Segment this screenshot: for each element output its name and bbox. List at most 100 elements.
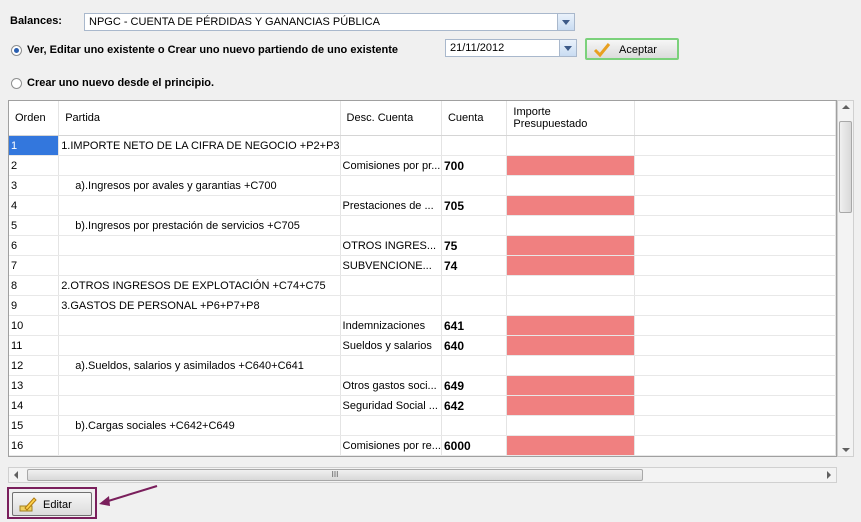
scroll-up-icon[interactable] bbox=[842, 105, 850, 109]
cell-cuenta[interactable]: 705 bbox=[441, 195, 508, 216]
cell-filler[interactable] bbox=[634, 155, 836, 176]
cell-cuenta[interactable]: 640 bbox=[441, 335, 508, 356]
cell-orden[interactable]: 15 bbox=[9, 415, 60, 436]
radio-existing[interactable] bbox=[11, 45, 22, 56]
col-header-orden[interactable]: Orden bbox=[9, 101, 60, 136]
cell-cuenta[interactable] bbox=[441, 215, 508, 236]
scroll-right-icon[interactable] bbox=[827, 471, 831, 479]
cell-orden[interactable]: 6 bbox=[9, 235, 60, 256]
col-header-cuenta[interactable]: Cuenta bbox=[441, 101, 508, 136]
cell-importe[interactable] bbox=[506, 455, 636, 456]
cell-cuenta[interactable] bbox=[441, 295, 508, 316]
chevron-down-icon[interactable] bbox=[559, 40, 576, 56]
cell-cuenta[interactable]: 641 bbox=[441, 315, 508, 336]
cell-desc[interactable]: Comisiones por pr... bbox=[340, 155, 442, 176]
cell-cuenta[interactable]: 649 bbox=[441, 375, 508, 396]
radio-new[interactable] bbox=[11, 78, 22, 89]
table-row[interactable]: 7 SUBVENCIONE... 74 bbox=[9, 255, 836, 276]
table-row[interactable]: 15 b).Cargas sociales +C642+C649 bbox=[9, 415, 836, 436]
cell-desc[interactable]: Otras pérdidas en... bbox=[340, 455, 442, 456]
cell-orden[interactable]: 14 bbox=[9, 395, 60, 416]
cell-cuenta[interactable]: 700 bbox=[441, 155, 508, 176]
cell-desc[interactable]: Seguridad Social ... bbox=[340, 395, 442, 416]
cell-filler[interactable] bbox=[634, 175, 836, 196]
cell-cuenta[interactable] bbox=[441, 415, 508, 436]
cell-importe[interactable] bbox=[506, 435, 636, 456]
table-row[interactable]: 4 Prestaciones de ... 705 bbox=[9, 195, 836, 216]
table-row[interactable]: 12 a).Sueldos, salarios y asimilados +C64… bbox=[9, 355, 836, 376]
cell-desc[interactable]: Indemnizaciones bbox=[340, 315, 442, 336]
cell-cuenta[interactable]: 74 bbox=[441, 255, 508, 276]
table-row[interactable]: 16 Comisiones por re... 6000 bbox=[9, 435, 836, 456]
cell-desc[interactable] bbox=[340, 295, 442, 316]
cell-importe[interactable] bbox=[506, 295, 636, 316]
cell-partida[interactable] bbox=[58, 155, 341, 176]
cell-filler[interactable] bbox=[634, 375, 836, 396]
date-picker[interactable]: 21/11/2012 bbox=[445, 39, 577, 57]
cell-importe[interactable] bbox=[506, 355, 636, 376]
cell-desc[interactable] bbox=[340, 355, 442, 376]
cell-orden[interactable]: 9 bbox=[9, 295, 60, 316]
cell-filler[interactable] bbox=[634, 255, 836, 276]
cell-desc[interactable] bbox=[340, 135, 442, 156]
cell-importe[interactable] bbox=[506, 175, 636, 196]
cell-filler[interactable] bbox=[634, 335, 836, 356]
col-header-importe[interactable]: Importe Presupuestado bbox=[506, 101, 636, 136]
table-row[interactable]: 3 a).Ingresos por avales y garantias +C70… bbox=[9, 175, 836, 196]
cell-orden[interactable]: 13 bbox=[9, 375, 60, 396]
vertical-scrollbar[interactable] bbox=[837, 100, 854, 457]
cell-partida[interactable] bbox=[58, 395, 341, 416]
cell-partida[interactable] bbox=[58, 455, 341, 456]
cell-filler[interactable] bbox=[634, 215, 836, 236]
cell-importe[interactable] bbox=[506, 235, 636, 256]
cell-filler[interactable] bbox=[634, 395, 836, 416]
cell-cuenta[interactable]: 6000 bbox=[441, 435, 508, 456]
cell-importe[interactable] bbox=[506, 375, 636, 396]
cell-filler[interactable] bbox=[634, 415, 836, 436]
table-row[interactable]: 9 3.GASTOS DE PERSONAL +P6+P7+P8 bbox=[9, 295, 836, 316]
table-row[interactable]: 6 OTROS INGRES... 75 bbox=[9, 235, 836, 256]
cell-desc[interactable] bbox=[340, 275, 442, 296]
cell-orden[interactable]: 5 bbox=[9, 215, 60, 236]
cell-importe[interactable] bbox=[506, 255, 636, 276]
cell-desc[interactable]: Otros gastos soci... bbox=[340, 375, 442, 396]
cell-partida[interactable] bbox=[58, 255, 341, 276]
balance-grid[interactable]: Orden Partida Desc. Cuenta Cuenta Import… bbox=[8, 100, 837, 457]
vertical-scroll-thumb[interactable] bbox=[839, 121, 852, 213]
cell-cuenta[interactable] bbox=[441, 355, 508, 376]
cell-partida[interactable] bbox=[58, 315, 341, 336]
cell-orden[interactable]: 4 bbox=[9, 195, 60, 216]
cell-desc[interactable] bbox=[340, 215, 442, 236]
cell-importe[interactable] bbox=[506, 155, 636, 176]
cell-partida[interactable] bbox=[58, 435, 341, 456]
cell-desc[interactable]: SUBVENCIONE... bbox=[340, 255, 442, 276]
table-row[interactable]: 1 1.IMPORTE NETO DE LA CIFRA DE NEGOCIO +… bbox=[9, 135, 836, 156]
col-header-partida[interactable]: Partida bbox=[58, 101, 341, 136]
cell-desc[interactable]: Comisiones por re... bbox=[340, 435, 442, 456]
table-row[interactable]: 10 Indemnizaciones 641 bbox=[9, 315, 836, 336]
cell-orden[interactable]: 8 bbox=[9, 275, 60, 296]
cell-partida[interactable]: b).Cargas sociales +C642+C649 bbox=[58, 415, 341, 436]
cell-importe[interactable] bbox=[506, 315, 636, 336]
cell-desc[interactable] bbox=[340, 175, 442, 196]
cell-partida[interactable]: 3.GASTOS DE PERSONAL +P6+P7+P8 bbox=[58, 295, 341, 316]
cell-orden[interactable]: 10 bbox=[9, 315, 60, 336]
table-row[interactable]: 14 Seguridad Social ... 642 bbox=[9, 395, 836, 416]
cell-partida[interactable]: 1.IMPORTE NETO DE LA CIFRA DE NEGOCIO +P… bbox=[58, 135, 341, 156]
cell-cuenta[interactable] bbox=[441, 275, 508, 296]
cell-partida[interactable]: a).Sueldos, salarios y asimilados +C640+… bbox=[58, 355, 341, 376]
cell-desc[interactable] bbox=[340, 415, 442, 436]
cell-orden[interactable]: 17 bbox=[9, 455, 60, 456]
cell-importe[interactable] bbox=[506, 275, 636, 296]
scroll-left-icon[interactable] bbox=[14, 471, 18, 479]
table-row[interactable]: 2 Comisiones por pr... 700 bbox=[9, 155, 836, 176]
cell-importe[interactable] bbox=[506, 395, 636, 416]
cell-filler[interactable] bbox=[634, 355, 836, 376]
accept-button[interactable]: Aceptar bbox=[585, 38, 679, 60]
cell-orden[interactable]: 16 bbox=[9, 435, 60, 456]
table-row[interactable]: 11 Sueldos y salarios 640 bbox=[9, 335, 836, 356]
scroll-down-icon[interactable] bbox=[842, 448, 850, 452]
cell-desc[interactable]: OTROS INGRES... bbox=[340, 235, 442, 256]
cell-desc[interactable]: Prestaciones de ... bbox=[340, 195, 442, 216]
cell-orden[interactable]: 1 bbox=[9, 135, 60, 156]
